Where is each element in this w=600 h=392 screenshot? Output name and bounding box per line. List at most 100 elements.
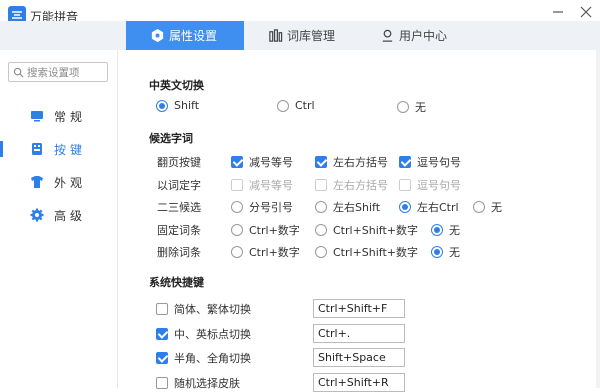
option-label: Ctrl+Shift+数字 <box>333 246 419 259</box>
delete-word-ctrl-number[interactable]: Ctrl+数字 <box>231 244 300 260</box>
tab-user-center[interactable]: 用户中心 <box>356 21 468 50</box>
radio-button[interactable] <box>231 224 243 236</box>
sidebar-item-advanced[interactable]: 高级 <box>0 205 118 225</box>
option-label: 简体、繁体切换 <box>174 303 251 316</box>
hotkey-field-random-skin[interactable]: Ctrl+Shift+R <box>313 373 405 392</box>
option-label: 无 <box>415 101 426 114</box>
row-label-second-third: 二三候选 <box>157 201 201 214</box>
search-input[interactable]: 搜索设置项 <box>8 62 108 82</box>
close-icon[interactable] <box>578 4 594 20</box>
checkbox[interactable] <box>156 352 168 364</box>
radio-button[interactable] <box>315 201 327 213</box>
second-third-ctrl[interactable]: 左右Ctrl <box>399 199 459 215</box>
option-label: 分号引号 <box>249 201 293 214</box>
radio-button[interactable] <box>315 224 327 236</box>
option-label: Ctrl+数字 <box>249 224 300 237</box>
radio-button[interactable] <box>156 99 168 112</box>
hotkey-field-punctuation[interactable]: Ctrl+. <box>313 324 405 343</box>
option-label: 中、英标点切换 <box>174 328 251 341</box>
radio-button[interactable] <box>399 201 411 213</box>
sidebar-item-label: 高级 <box>54 208 87 223</box>
keyboard-icon <box>32 143 42 155</box>
gear-icon <box>30 208 44 222</box>
option-label: 无 <box>491 201 502 214</box>
scrollbar[interactable] <box>596 50 600 388</box>
option-label: 左右Shift <box>333 201 381 214</box>
option-label: 左右方括号 <box>333 156 388 169</box>
hotkey-simplified-traditional[interactable]: 简体、繁体切换 <box>156 301 251 317</box>
shirt-icon <box>31 176 43 188</box>
search-icon <box>13 67 24 77</box>
radio-button[interactable] <box>473 201 485 213</box>
second-third-shift[interactable]: 左右Shift <box>315 199 380 215</box>
option-label: 左右Ctrl <box>417 201 459 214</box>
switch-option-shift[interactable]: Shift <box>156 99 199 112</box>
checkbox[interactable] <box>315 156 327 168</box>
radio-button[interactable] <box>231 201 243 213</box>
switch-option-ctrl[interactable]: Ctrl <box>277 99 315 112</box>
option-label: Shift <box>174 99 200 112</box>
hotkey-field-simplified-traditional[interactable]: Ctrl+Shift+F <box>313 299 405 318</box>
row-label-pin-word: 固定词条 <box>157 224 201 237</box>
radio-button[interactable] <box>397 101 409 113</box>
section-title-hotkeys: 系统快捷键 <box>149 276 204 289</box>
sidebar-item-general[interactable]: 常规 <box>0 106 118 126</box>
hotkey-random-skin[interactable]: 随机选择皮肤 <box>156 375 240 391</box>
hotkey-punctuation[interactable]: 中、英标点切换 <box>156 326 251 342</box>
option-label: 半角、全角切换 <box>174 352 251 365</box>
active-indicator <box>0 141 3 157</box>
checkbox[interactable] <box>156 303 168 315</box>
pin-word-none[interactable]: 无 <box>431 222 460 238</box>
sidebar-item-appearance[interactable]: 外观 <box>0 172 118 192</box>
second-third-semicolon-quote[interactable]: 分号引号 <box>231 199 293 215</box>
option-label: Ctrl <box>295 99 315 112</box>
option-label: 逗号句号 <box>417 156 461 169</box>
delete-word-none[interactable]: 无 <box>431 244 460 260</box>
minimize-icon[interactable] <box>550 4 566 20</box>
sidebar-item-label: 按键 <box>54 142 87 157</box>
hexagon-settings-icon <box>151 28 164 43</box>
hotkey-field-half-full-width[interactable]: Shift+Space <box>313 348 405 367</box>
page-key-minus-equal[interactable]: 减号等号 <box>231 154 293 170</box>
word-select-comma-period[interactable]: 逗号句号 <box>399 177 461 193</box>
checkbox[interactable] <box>315 179 327 191</box>
option-label: 随机选择皮肤 <box>174 377 240 390</box>
tab-properties[interactable]: 属性设置 <box>126 21 244 50</box>
page-key-comma-period[interactable]: 逗号句号 <box>399 154 461 170</box>
checkbox[interactable] <box>156 328 168 340</box>
second-third-none[interactable]: 无 <box>473 199 502 215</box>
pin-word-ctrl-shift-number[interactable]: Ctrl+Shift+数字 <box>315 222 418 238</box>
library-icon <box>269 29 283 42</box>
radio-button[interactable] <box>315 246 327 258</box>
section-title-switch: 中英文切换 <box>149 79 204 92</box>
checkbox[interactable] <box>231 179 243 191</box>
option-label: 减号等号 <box>249 156 293 169</box>
checkbox[interactable] <box>156 377 168 389</box>
radio-button[interactable] <box>431 246 443 258</box>
tab-library[interactable]: 词库管理 <box>244 21 356 50</box>
delete-word-ctrl-shift-number[interactable]: Ctrl+Shift+数字 <box>315 244 418 260</box>
hotkey-half-full-width[interactable]: 半角、全角切换 <box>156 350 251 366</box>
switch-option-none[interactable]: 无 <box>397 99 426 115</box>
section-title-candidates: 候选字词 <box>149 132 193 145</box>
tab-label: 词库管理 <box>287 29 336 43</box>
checkbox[interactable] <box>231 156 243 168</box>
option-label: 无 <box>449 246 460 259</box>
sidebar-item-keys[interactable]: 按键 <box>0 139 118 159</box>
user-icon <box>382 29 393 42</box>
option-label: 减号等号 <box>249 179 293 192</box>
radio-button[interactable] <box>431 224 443 236</box>
option-label: 左右方括号 <box>333 179 388 192</box>
row-label-page-keys: 翻页按键 <box>157 156 201 169</box>
page-key-brackets[interactable]: 左右方括号 <box>315 154 388 170</box>
radio-button[interactable] <box>231 246 243 258</box>
checkbox[interactable] <box>399 156 411 168</box>
pin-word-ctrl-number[interactable]: Ctrl+数字 <box>231 222 300 238</box>
row-label-delete-word: 删除词条 <box>157 246 201 259</box>
word-select-minus-equal[interactable]: 减号等号 <box>231 177 293 193</box>
sidebar-item-label: 外观 <box>54 175 87 190</box>
word-select-brackets[interactable]: 左右方括号 <box>315 177 388 193</box>
checkbox[interactable] <box>399 179 411 191</box>
radio-button[interactable] <box>277 99 289 112</box>
option-label: 无 <box>449 224 460 237</box>
